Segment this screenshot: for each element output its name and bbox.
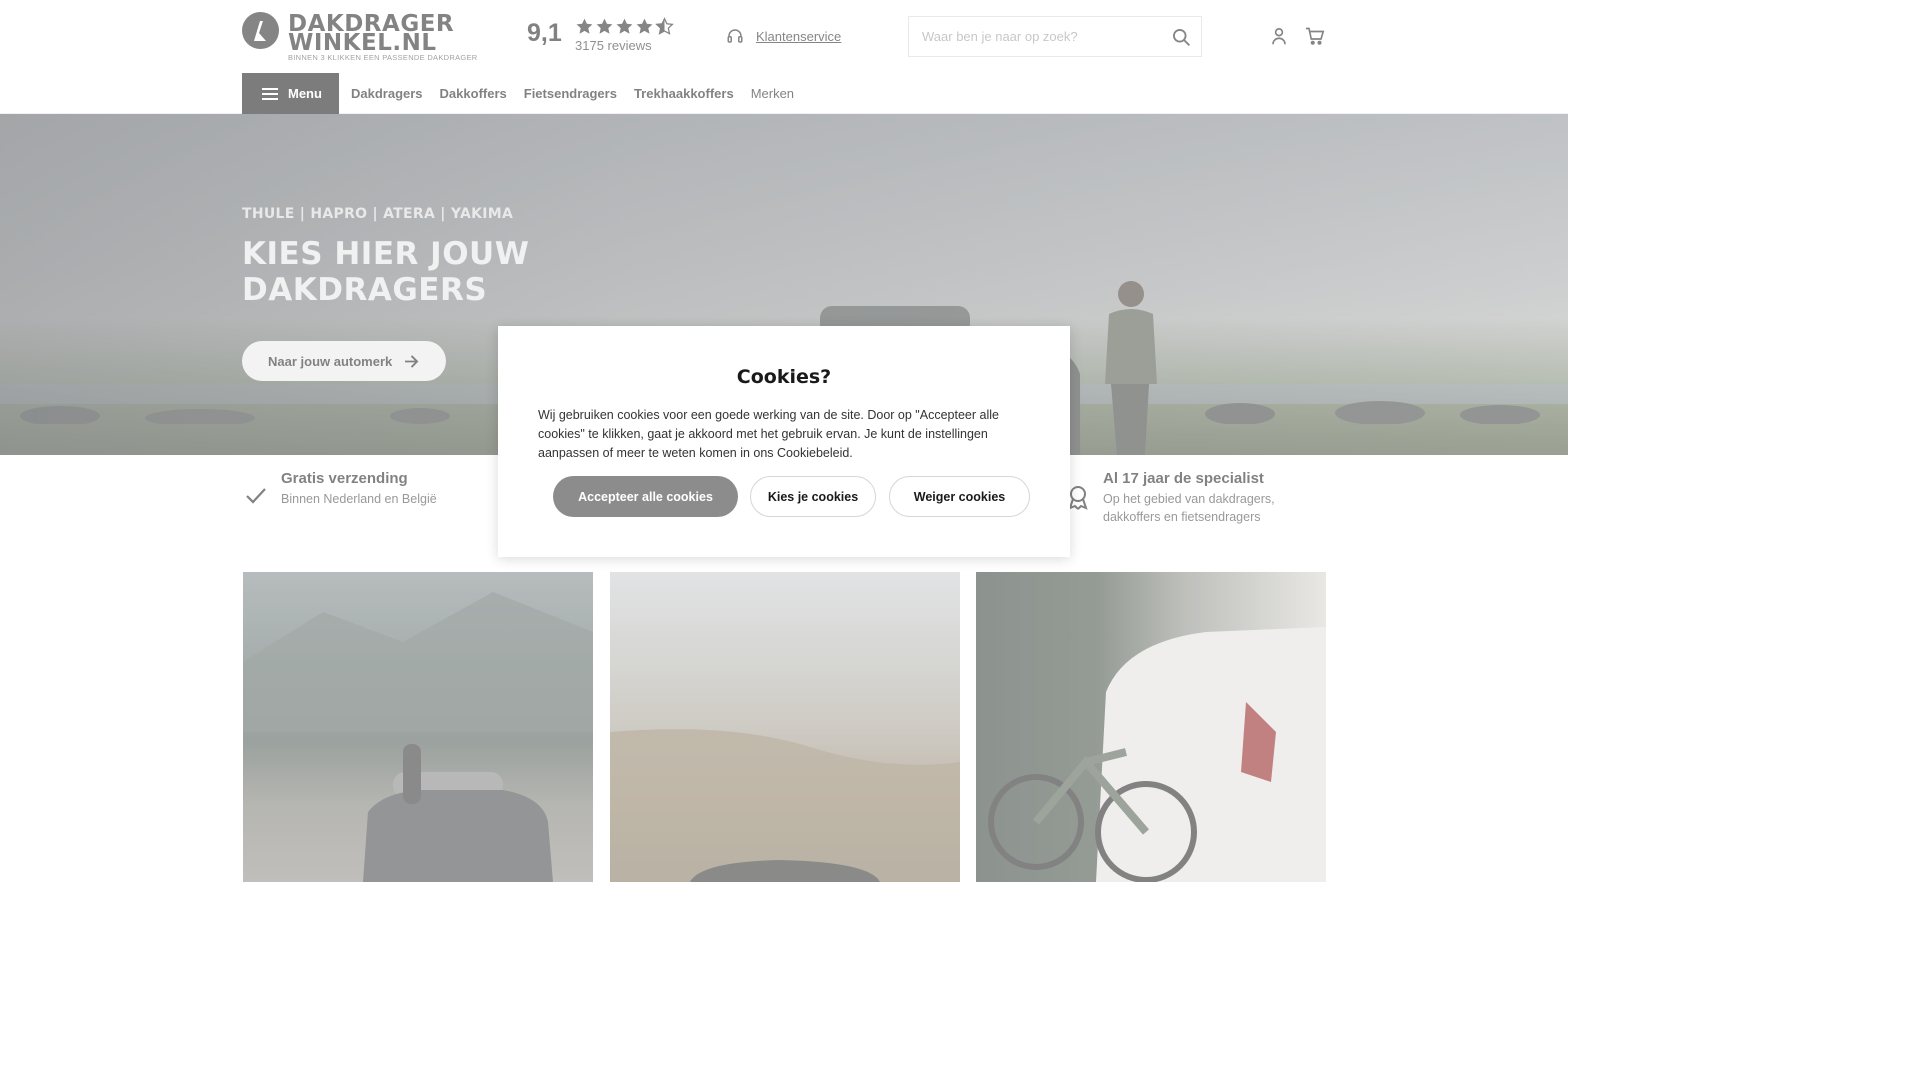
cookie-consent-modal: Cookies? Wij gebruiken cookies voor een … <box>498 326 1070 557</box>
cookie-modal-text: Wij gebruiken cookies voor een goede wer… <box>538 408 999 460</box>
cookie-modal-title: Cookies? <box>736 366 832 388</box>
accept-all-cookies-button[interactable]: Accepteer alle cookies <box>553 476 738 517</box>
choose-cookies-button[interactable]: Kies je cookies <box>750 476 876 517</box>
deny-cookies-button[interactable]: Weiger cookies <box>889 476 1030 517</box>
